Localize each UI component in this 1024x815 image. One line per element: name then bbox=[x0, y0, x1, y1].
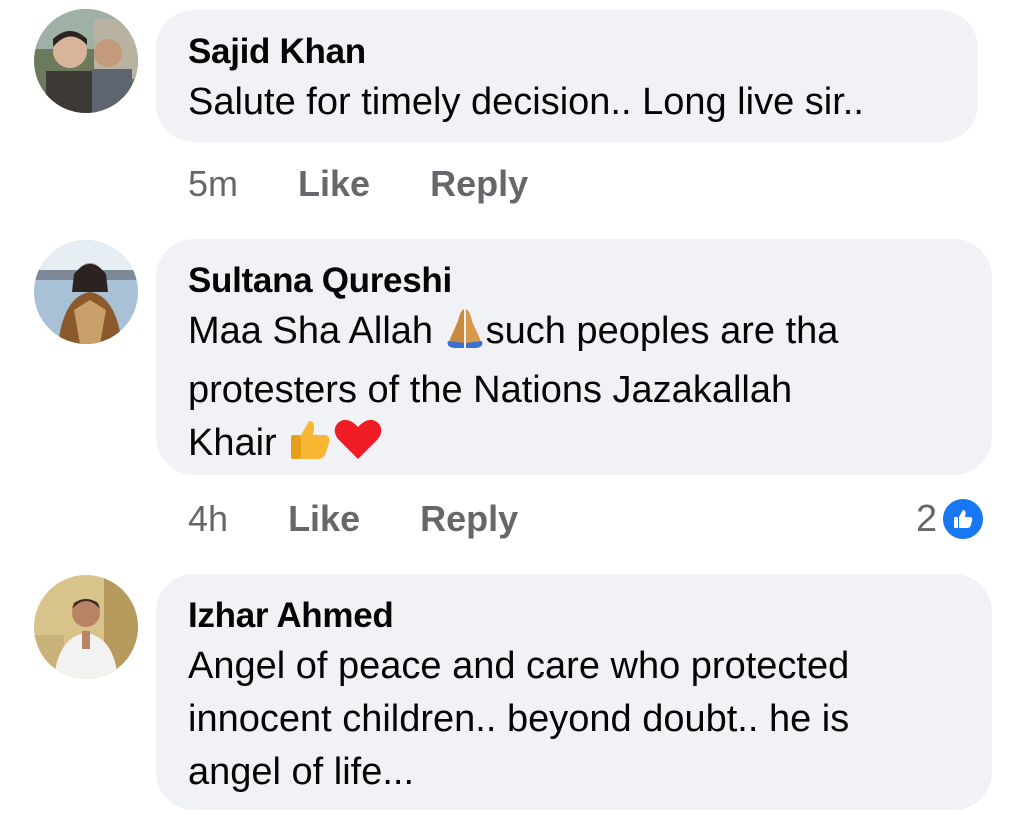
comment-text-segment: Maa Sha Allah bbox=[188, 310, 444, 352]
comment-text-line: Angel of peace and care who protected bbox=[188, 645, 850, 687]
comment-text-line: protesters of the Nations Jazakallah bbox=[188, 369, 793, 411]
comment-text-segment: Khair bbox=[188, 422, 288, 464]
folded-hands-icon bbox=[444, 305, 486, 364]
comment-author[interactable]: Izhar Ahmed bbox=[188, 596, 960, 636]
comment-bubble: Izhar Ahmed Angel of peace and care who … bbox=[156, 574, 992, 810]
comment-author[interactable]: Sajid Khan bbox=[188, 32, 946, 72]
red-heart-icon bbox=[333, 417, 383, 476]
comment-text: Salute for timely decision.. Long live s… bbox=[188, 81, 864, 123]
comment-time[interactable]: 4h bbox=[188, 498, 228, 539]
comment-bubble: Sajid Khan Salute for timely decision.. … bbox=[156, 10, 978, 142]
avatar-sajid-khan[interactable] bbox=[34, 9, 138, 113]
like-button[interactable]: Like bbox=[288, 498, 360, 539]
avatar-sultana-qureshi[interactable] bbox=[34, 240, 138, 344]
reply-button[interactable]: Reply bbox=[430, 163, 528, 204]
comment-text-line: angel of life... bbox=[188, 751, 415, 793]
like-button[interactable]: Like bbox=[298, 163, 370, 204]
reaction-summary[interactable]: 2 bbox=[916, 497, 986, 541]
comment-text-line: Khair bbox=[188, 417, 960, 476]
like-icon bbox=[941, 497, 986, 541]
comment-bubble: Sultana Qureshi Maa Sha Allah such peopl… bbox=[156, 239, 992, 475]
comment-actions: 5m Like Reply bbox=[188, 164, 528, 204]
comment-actions: 4h Like Reply bbox=[188, 499, 518, 539]
comment-time[interactable]: 5m bbox=[188, 163, 238, 204]
comment-author[interactable]: Sultana Qureshi bbox=[188, 261, 960, 301]
comment-text-line: Maa Sha Allah such peoples are tha bbox=[188, 305, 960, 364]
thumbs-up-icon bbox=[287, 417, 333, 476]
comment-text-segment: such peoples are tha bbox=[485, 310, 839, 352]
comment-text-line: innocent children.. beyond doubt.. he is bbox=[188, 698, 850, 740]
reaction-count: 2 bbox=[916, 498, 938, 540]
reply-button[interactable]: Reply bbox=[420, 498, 518, 539]
avatar-izhar-ahmed[interactable] bbox=[34, 575, 138, 679]
